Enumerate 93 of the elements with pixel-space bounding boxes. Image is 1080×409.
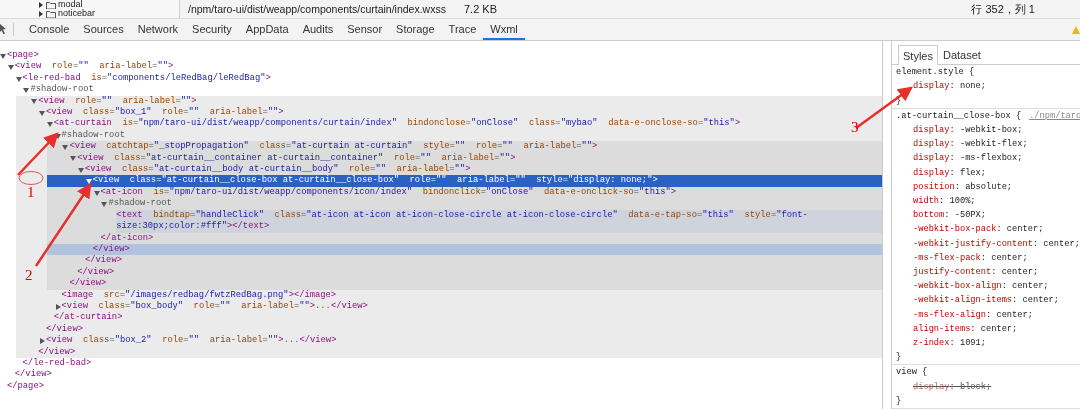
collapse-arrow-icon[interactable] xyxy=(93,189,100,196)
collapse-arrow-icon[interactable] xyxy=(23,86,30,93)
css-declaration[interactable]: -webkit-box-align: center; xyxy=(896,279,1049,294)
devtools-tab[interactable]: Console xyxy=(22,19,77,40)
file-path: /npm/taro-ui/dist/weapp/components/curtain/index.wxss xyxy=(188,2,446,17)
css-declaration[interactable]: display: -webkit-box; xyxy=(896,123,1023,138)
css-declaration[interactable]: -ms-flex-pack: center; xyxy=(896,250,1028,266)
css-declaration[interactable]: z-index: 1091; xyxy=(896,336,986,351)
annotation-number: 3 xyxy=(851,120,859,135)
annotation-circle xyxy=(18,171,44,185)
css-declaration[interactable]: position: absolute; xyxy=(896,179,1013,195)
closing-tag[interactable]: </le-red-bad> xyxy=(22,357,92,370)
file-tree-item[interactable]: modal xyxy=(58,0,83,9)
css-declaration[interactable]: width: 100%; xyxy=(896,194,976,209)
devtools-tab[interactable]: Audits xyxy=(295,19,341,40)
css-declaration[interactable]: display: flex; xyxy=(896,165,986,180)
markup-line[interactable]: #shadow-root xyxy=(108,198,172,210)
markup-line[interactable]: <at-curtain is="npm/taro-ui/dist/weapp/components/curtain/index" bindonclose="onClose" class="mybao" data-e-onclose-so="this"> xyxy=(53,118,741,130)
css-declaration[interactable]: -webkit-box-pack: center; xyxy=(896,222,1044,237)
markup-line[interactable]: <view class="at-curtain__body at-curtain__body" role="" aria-label=""> xyxy=(85,164,471,176)
css-declaration[interactable]: -webkit-justify-content: center; xyxy=(896,236,1080,251)
closing-tag[interactable]: </at-icon> xyxy=(100,232,154,244)
closing-tag[interactable]: </view> xyxy=(38,346,76,358)
css-selector: .at-curtain__close-box { xyxy=(896,109,1022,123)
css-declaration[interactable]: justify-content: center; xyxy=(896,265,1039,280)
markup-line[interactable]: <image src="/images/redbag/fwtzRedBag.png"></image> xyxy=(61,289,337,301)
collapse-arrow-icon[interactable] xyxy=(39,109,45,116)
markup-line[interactable]: <view class="box_body" role="" aria-label="">...</view> xyxy=(61,300,368,313)
collapse-arrow-icon[interactable] xyxy=(31,98,38,105)
markup-line[interactable]: <view class="at-curtain__container at-curtain__container" role="" aria-label=""> xyxy=(77,152,516,165)
css-declaration[interactable]: display: -webkit-flex; xyxy=(896,137,1028,152)
file-size: 7.2 KB xyxy=(463,2,497,17)
css-selector: element.style { xyxy=(896,66,975,80)
closing-tag[interactable]: </view> xyxy=(77,266,115,279)
closing-brace: } xyxy=(896,351,903,365)
source-link[interactable]: ./npm/taro xyxy=(1029,108,1080,123)
expand-arrow-icon[interactable] xyxy=(39,337,45,344)
closing-tag[interactable]: </view> xyxy=(46,323,83,336)
expand-arrow-icon[interactable] xyxy=(38,10,44,17)
markup-line[interactable]: <le-red-bad is="components/leRedBag/leRedBag"> xyxy=(22,72,271,85)
file-tree-item[interactable]: noticebar xyxy=(58,9,96,18)
css-declaration[interactable]: align-items: center; xyxy=(896,321,1018,337)
markup-line[interactable]: <text bindtap="handleClick" class="at-icon at-icon at-icon-close-circle at-icon-close-circle" data-e-tap-so="this" style="font-size:30px;color:#fff"></text> xyxy=(116,209,882,233)
collapse-arrow-icon[interactable] xyxy=(62,143,69,150)
expand-arrow-icon[interactable] xyxy=(38,1,44,8)
markup-line[interactable]: <page> xyxy=(7,50,39,62)
devtools-tab[interactable]: Trace xyxy=(441,19,484,40)
css-declaration[interactable]: display: -ms-flexbox; xyxy=(896,151,1023,166)
devtools-tab[interactable]: Network xyxy=(130,19,186,40)
collapse-arrow-icon[interactable] xyxy=(85,178,92,185)
markup-line[interactable]: <view catchtap="_stopPropagation" class="at-curtain at-curtain" style="" role="" aria-label=""> xyxy=(69,141,598,153)
closing-tag[interactable]: </page> xyxy=(7,380,44,393)
markup-line[interactable]: <at-icon is="npm/taro-ui/dist/weapp/components/icon/index" bindonclick="onClose" data-e-onclick-so="this"> xyxy=(100,186,677,199)
css-declaration[interactable]: -webkit-align-items: center; xyxy=(896,293,1059,308)
collapse-arrow-icon[interactable] xyxy=(101,200,108,207)
collapse-arrow-icon[interactable] xyxy=(78,166,84,173)
devtools-tab[interactable]: Sources xyxy=(76,19,131,40)
collapse-arrow-icon[interactable] xyxy=(54,132,61,139)
annotation-number: 2 xyxy=(25,268,33,283)
css-declaration[interactable]: display: block; xyxy=(896,379,992,394)
css-declaration[interactable]: bottom: -50PX; xyxy=(896,208,986,223)
devtools-tab[interactable]: Storage xyxy=(389,19,442,40)
markup-line[interactable]: <view role="" aria-label=""> xyxy=(38,95,197,108)
css-selector: view { xyxy=(896,366,928,380)
markup-line[interactable]: <view class="box_1" role="" aria-label=""> xyxy=(46,107,284,119)
expand-arrow-icon[interactable] xyxy=(54,303,61,310)
closing-tag[interactable]: </view> xyxy=(69,278,107,290)
markup-line[interactable]: #shadow-root xyxy=(30,84,94,96)
collapse-arrow-icon[interactable] xyxy=(0,52,6,59)
closing-tag[interactable]: </view> xyxy=(14,369,52,381)
panel-tab[interactable]: Dataset xyxy=(937,45,986,65)
closing-tag[interactable]: </view> xyxy=(92,243,130,256)
devtools-tab[interactable]: AppData xyxy=(238,19,296,40)
collapse-arrow-icon[interactable] xyxy=(46,121,53,128)
devtools-tab[interactable]: Wxml xyxy=(483,19,525,40)
css-declaration[interactable]: display: none; xyxy=(896,79,986,94)
css-declaration[interactable]: -ms-flex-align: center; xyxy=(896,307,1033,322)
closing-tag[interactable]: </view> xyxy=(85,255,122,267)
annotation-arrow xyxy=(17,132,59,176)
devtools-tab[interactable]: Sensor xyxy=(340,19,390,40)
markup-line[interactable]: <view role="" aria-label=""> xyxy=(14,61,174,73)
annotation-number: 1 xyxy=(27,185,35,200)
closing-brace: } xyxy=(896,394,903,408)
panel-tab[interactable]: Styles xyxy=(898,45,938,66)
inspect-cursor-icon[interactable] xyxy=(0,24,7,35)
collapse-arrow-icon[interactable] xyxy=(7,64,14,71)
markup-line[interactable]: <view class="box_2" role="" aria-label="">...</view> xyxy=(46,335,337,347)
collapse-arrow-icon[interactable] xyxy=(70,155,77,162)
collapse-arrow-icon[interactable] xyxy=(15,75,22,82)
cursor-position: 行 352，列 1 xyxy=(971,2,1035,17)
closing-tag[interactable]: </at-curtain> xyxy=(53,312,123,324)
markup-line[interactable]: #shadow-root xyxy=(61,129,125,142)
devtools-tab[interactable]: Security xyxy=(185,19,239,40)
